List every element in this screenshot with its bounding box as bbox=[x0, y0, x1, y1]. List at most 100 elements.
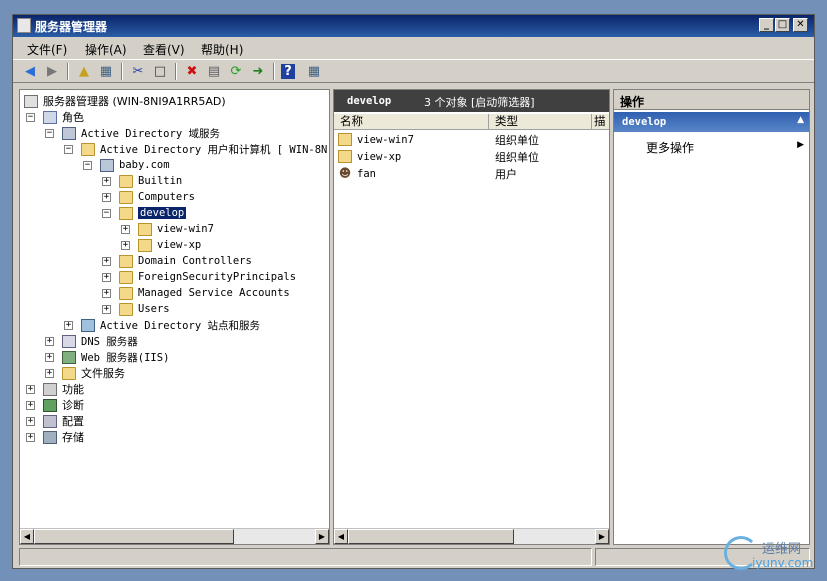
tree-item-ad-sites[interactable]: + Active Directory 站点和服务 bbox=[64, 317, 260, 333]
ou-icon bbox=[338, 150, 352, 163]
tree-item-features[interactable]: + 功能 bbox=[26, 381, 84, 397]
tree-item-storage[interactable]: + 存储 bbox=[26, 429, 84, 445]
delete-icon[interactable]: ✖ bbox=[183, 63, 201, 80]
tree-label: 诊断 bbox=[62, 399, 84, 412]
tree-item-domain[interactable]: − baby.com bbox=[83, 157, 170, 173]
tree-item-ad-users[interactable]: − Active Directory 用户和计算机 [ WIN-8N bbox=[64, 141, 327, 157]
tree-pane: 服务器管理器 (WIN-8NI9A1RR5AD) − 角色 − Active D… bbox=[19, 89, 330, 545]
scroll-left-icon[interactable]: ◀ bbox=[20, 529, 34, 544]
tree-item-view-win7[interactable]: + view-win7 bbox=[121, 221, 214, 237]
ou-icon bbox=[338, 133, 352, 146]
expand-icon[interactable]: + bbox=[45, 336, 54, 346]
roles-icon bbox=[43, 110, 57, 124]
list-h-scrollbar[interactable]: ◀ ▶ bbox=[334, 528, 609, 544]
expand-icon[interactable]: + bbox=[26, 416, 35, 426]
expand-icon[interactable]: + bbox=[45, 352, 54, 362]
expand-icon[interactable]: + bbox=[45, 368, 54, 378]
collapse-icon[interactable]: − bbox=[64, 144, 73, 154]
tree-item-users[interactable]: + Users bbox=[102, 301, 170, 317]
list-item[interactable]: view-win7 组织单位 bbox=[338, 131, 608, 148]
tree-label: Domain Controllers bbox=[138, 255, 252, 267]
submenu-arrow-icon: ▶ bbox=[797, 140, 804, 150]
tree-item-config[interactable]: + 配置 bbox=[26, 413, 84, 429]
list-item-name: view-win7 bbox=[357, 133, 414, 146]
collapse-icon[interactable]: − bbox=[26, 112, 35, 122]
folder-icon bbox=[119, 270, 133, 284]
expand-icon[interactable]: + bbox=[64, 320, 73, 330]
tree-item-ad-ds[interactable]: − Active Directory 域服务 bbox=[45, 125, 220, 141]
tree-item-iis[interactable]: + Web 服务器(IIS) bbox=[45, 349, 169, 365]
minimize-button[interactable]: _ bbox=[759, 18, 774, 32]
show-tree-icon[interactable]: ▦ bbox=[97, 63, 115, 80]
collapse-icon[interactable]: − bbox=[45, 128, 54, 138]
expand-icon[interactable]: + bbox=[26, 384, 35, 394]
cut-icon[interactable]: ✂ bbox=[129, 63, 147, 80]
back-arrow-icon[interactable]: ◀ bbox=[21, 63, 39, 80]
expand-icon[interactable]: + bbox=[26, 432, 35, 442]
expand-icon[interactable]: + bbox=[102, 288, 111, 298]
title-bar[interactable]: 服务器管理器 _ □ ✕ bbox=[13, 15, 814, 37]
list-header-title: develop bbox=[347, 95, 392, 107]
copy-icon[interactable]: □ bbox=[151, 63, 169, 80]
tree-label: view-win7 bbox=[157, 223, 214, 235]
collapse-up-icon[interactable]: ▲ bbox=[797, 115, 804, 125]
list-item-type: 用户 bbox=[495, 167, 517, 181]
tree-item-computers[interactable]: + Computers bbox=[102, 189, 195, 205]
scroll-thumb[interactable] bbox=[34, 529, 234, 544]
tree-item-dns[interactable]: + DNS 服务器 bbox=[45, 333, 138, 349]
export-icon[interactable]: ➜ bbox=[249, 63, 267, 80]
menu-file[interactable]: 文件(F) bbox=[27, 41, 67, 58]
refresh-icon[interactable]: ⟳ bbox=[227, 63, 245, 80]
tree-label: Web 服务器(IIS) bbox=[81, 351, 170, 364]
collapse-icon[interactable]: − bbox=[83, 160, 92, 170]
more-actions-item[interactable]: 更多操作 ▶ bbox=[614, 136, 809, 156]
tree-item-builtin[interactable]: + Builtin bbox=[102, 173, 182, 189]
ou-icon bbox=[138, 238, 152, 252]
scroll-right-icon[interactable]: ▶ bbox=[315, 529, 329, 544]
list-item-type: 组织单位 bbox=[495, 133, 539, 147]
tree-h-scrollbar[interactable]: ◀ ▶ bbox=[20, 528, 329, 544]
app-icon bbox=[17, 18, 31, 33]
column-type[interactable]: 类型 bbox=[489, 114, 592, 130]
folder-icon bbox=[119, 302, 133, 316]
forward-arrow-icon[interactable]: ▶ bbox=[43, 63, 61, 80]
menu-action[interactable]: 操作(A) bbox=[85, 41, 127, 58]
tree-item-develop[interactable]: − develop bbox=[102, 205, 187, 221]
tree-item-root[interactable]: 服务器管理器 (WIN-8NI9A1RR5AD) bbox=[24, 93, 226, 109]
expand-icon[interactable]: + bbox=[102, 256, 111, 266]
console-icon[interactable]: ▦ bbox=[305, 63, 323, 80]
expand-icon[interactable]: + bbox=[102, 304, 111, 314]
close-button[interactable]: ✕ bbox=[793, 18, 808, 32]
expand-icon[interactable]: + bbox=[121, 224, 130, 234]
tree-item-view-xp[interactable]: + view-xp bbox=[121, 237, 201, 253]
tree-item-diagnostics[interactable]: + 诊断 bbox=[26, 397, 84, 413]
tree-item-roles[interactable]: − 角色 bbox=[26, 109, 84, 125]
scroll-thumb[interactable] bbox=[348, 529, 514, 544]
scroll-left-icon[interactable]: ◀ bbox=[334, 529, 348, 544]
tree-item-managed[interactable]: + Managed Service Accounts bbox=[102, 285, 290, 301]
expand-icon[interactable]: + bbox=[102, 176, 111, 186]
tree-item-file[interactable]: + 文件服务 bbox=[45, 365, 125, 381]
list-item[interactable]: view-xp 组织单位 bbox=[338, 148, 608, 165]
up-folder-icon[interactable]: ▲ bbox=[75, 63, 93, 80]
features-icon bbox=[43, 382, 57, 396]
menu-view[interactable]: 查看(V) bbox=[143, 41, 185, 58]
list-header-info: 3 个对象 [启动筛选器] bbox=[424, 96, 535, 109]
list-item[interactable]: ☻ fan 用户 bbox=[338, 165, 608, 182]
tree-item-domain-controllers[interactable]: + Domain Controllers bbox=[102, 253, 252, 269]
tree-label: ForeignSecurityPrincipals bbox=[138, 271, 297, 283]
maximize-button[interactable]: □ bbox=[775, 18, 790, 32]
expand-icon[interactable]: + bbox=[121, 240, 130, 250]
help-icon[interactable]: ? bbox=[281, 64, 295, 79]
scroll-right-icon[interactable]: ▶ bbox=[595, 529, 609, 544]
actions-section[interactable]: develop ▲ bbox=[614, 112, 809, 132]
column-desc[interactable]: 描 bbox=[592, 114, 609, 130]
column-name[interactable]: 名称 bbox=[334, 114, 489, 130]
tree-item-foreign[interactable]: + ForeignSecurityPrincipals bbox=[102, 269, 296, 285]
expand-icon[interactable]: + bbox=[102, 192, 111, 202]
menu-help[interactable]: 帮助(H) bbox=[201, 41, 243, 58]
collapse-icon[interactable]: − bbox=[102, 208, 111, 218]
expand-icon[interactable]: + bbox=[102, 272, 111, 282]
properties-icon[interactable]: ▤ bbox=[205, 63, 223, 80]
expand-icon[interactable]: + bbox=[26, 400, 35, 410]
